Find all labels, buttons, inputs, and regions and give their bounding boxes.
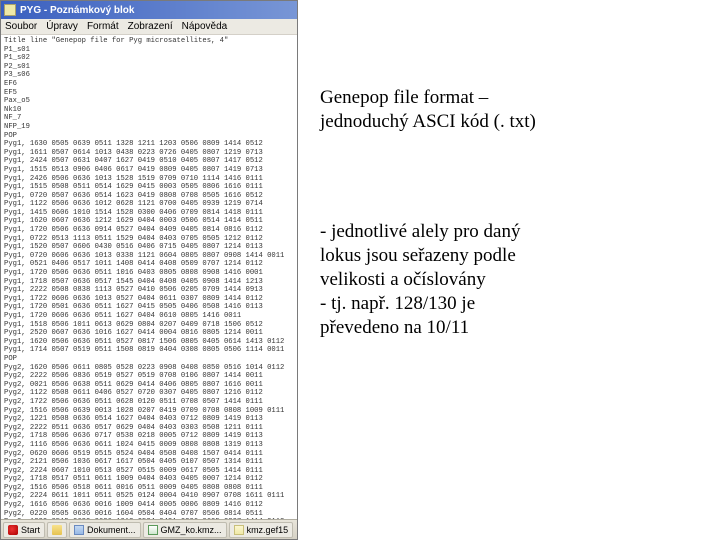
taskbar-button[interactable]: kmz.gef15 xyxy=(229,522,294,538)
editor-textarea[interactable]: Title line "Genepop file for Pyg microsa… xyxy=(1,35,297,519)
editor-line: Nk10 xyxy=(4,106,294,115)
taskbar-button[interactable]: GMZ_ko.kmz... xyxy=(143,522,227,538)
editor-line: Pyg1, 1620 0506 0636 0511 0527 0817 1506… xyxy=(4,338,294,347)
editor-line: Pyg2, 2121 0506 1036 0617 1617 0504 0405… xyxy=(4,458,294,467)
editor-line: NF_7 xyxy=(4,114,294,123)
editor-line: Pyg2, 0021 0506 0638 0511 0629 0414 0406… xyxy=(4,381,294,390)
window-titlebar[interactable]: PYG - Poznámkový blok xyxy=(1,1,297,19)
editor-line: EF6 xyxy=(4,80,294,89)
taskbar-button-label: GMZ_ko.kmz... xyxy=(161,525,222,535)
editor-line: Pyg1, 0722 0513 1113 0511 1529 0404 0403… xyxy=(4,235,294,244)
editor-line: Pyg2, 1718 0517 0511 0611 1009 0404 0403… xyxy=(4,475,294,484)
editor-line: Pyg2, 1320 0515 0620 0606 1013 0524 0421… xyxy=(4,518,294,519)
taskbar: Start Dokument... GMZ_ko.kmz... kmz.gef1… xyxy=(1,519,297,539)
editor-line: Pyg1, 1714 0507 0519 0511 1508 0819 0404… xyxy=(4,346,294,355)
notes-line: jednoduchý ASCI kód (. txt) xyxy=(320,110,700,134)
editor-line: Pyg1, 1415 0606 1010 1514 1528 0300 0406… xyxy=(4,209,294,218)
editor-line: Pax_o5 xyxy=(4,97,294,106)
editor-line: Pyg2, 1122 0508 0611 0406 0527 0720 0307… xyxy=(4,389,294,398)
editor-line: Pyg2, 2224 0611 1011 0511 0525 0124 0004… xyxy=(4,492,294,501)
editor-line: Pyg1, 2520 0607 0636 1016 1627 0414 0004… xyxy=(4,329,294,338)
notes-line: lokus jsou seřazeny podle xyxy=(320,244,700,268)
editor-line: Pyg2, 1116 0506 0636 0611 1024 0415 0009… xyxy=(4,441,294,450)
editor-line: P1_s02 xyxy=(4,54,294,63)
menu-file[interactable]: Soubor xyxy=(5,21,37,32)
editor-line: Pyg1, 2222 0508 0838 1113 0527 0410 0506… xyxy=(4,286,294,295)
notepad-window: PYG - Poznámkový blok Soubor Úpravy Form… xyxy=(0,0,298,540)
editor-line: Pyg1, 1515 0508 0511 0514 1629 0415 0003… xyxy=(4,183,294,192)
start-icon xyxy=(8,525,18,535)
menubar: Soubor Úpravy Formát Zobrazení Nápověda xyxy=(1,19,297,35)
sheet-icon xyxy=(148,525,158,535)
editor-line: POP xyxy=(4,355,294,364)
editor-line: P3_s06 xyxy=(4,71,294,80)
window-title: PYG - Poznámkový blok xyxy=(20,5,134,16)
editor-line: Pyg2, 1722 0506 0636 0511 0628 0120 0511… xyxy=(4,398,294,407)
editor-line: Pyg1, 1630 0505 0639 0511 1328 1211 1203… xyxy=(4,140,294,149)
editor-line: Pyg1, 1720 0501 0636 0511 1627 0415 0505… xyxy=(4,303,294,312)
notes-line: Genepop file format – xyxy=(320,86,700,110)
editor-line: P1_s01 xyxy=(4,46,294,55)
editor-line: Pyg1, 0521 0406 0517 1011 1408 0414 0408… xyxy=(4,260,294,269)
menu-view[interactable]: Zobrazení xyxy=(128,21,173,32)
editor-line: Pyg1, 2424 0507 0631 0407 1627 0419 0510… xyxy=(4,157,294,166)
editor-line: Pyg1, 0720 0606 0636 1013 0338 1121 0604… xyxy=(4,252,294,261)
notes-line: - jednotlivé alely pro daný xyxy=(320,220,700,244)
menu-edit[interactable]: Úpravy xyxy=(46,21,78,32)
editor-line: EF5 xyxy=(4,89,294,98)
editor-line: Pyg1, 1122 0506 0636 1012 0628 1121 0700… xyxy=(4,200,294,209)
notes-paragraph-2: - jednotlivé alely pro daný lokus jsou s… xyxy=(320,220,700,340)
notes-line: velikosti a očíslovány xyxy=(320,268,700,292)
notepad-icon xyxy=(4,4,16,16)
editor-line: Pyg1, 1722 0606 0636 1013 0527 0404 0611… xyxy=(4,295,294,304)
editor-line: Pyg2, 2224 0607 1010 0513 0527 0515 0009… xyxy=(4,467,294,476)
editor-line: Pyg1, 1720 0506 0636 0914 0527 0404 0409… xyxy=(4,226,294,235)
editor-line: Pyg2, 1718 0506 0636 0717 0538 0218 0005… xyxy=(4,432,294,441)
editor-line: Pyg2, 1221 0508 0636 0514 1627 0404 0403… xyxy=(4,415,294,424)
editor-line: Pyg1, 1611 0507 0614 1013 0438 0223 0726… xyxy=(4,149,294,158)
taskbar-button-label: Dokument... xyxy=(87,525,136,535)
editor-line: Pyg1, 1720 0606 0636 0511 1627 0404 0610… xyxy=(4,312,294,321)
editor-line: Pyg1, 0720 0507 0636 0514 1623 0419 0808… xyxy=(4,192,294,201)
start-label: Start xyxy=(21,525,40,535)
editor-line: Pyg1, 1720 0506 0636 0511 1016 0403 0805… xyxy=(4,269,294,278)
editor-line: Pyg2, 1620 0506 0611 0805 0528 0223 0908… xyxy=(4,364,294,373)
editor-line: Pyg2, 1616 0506 0636 0016 1009 0414 0005… xyxy=(4,501,294,510)
editor-line: Pyg1, 1515 0513 0906 0406 0617 0419 0809… xyxy=(4,166,294,175)
notes-paragraph-1: Genepop file format – jednoduchý ASCI kó… xyxy=(320,86,700,134)
app-icon xyxy=(74,525,84,535)
editor-line: Pyg1, 1520 0507 0606 0430 0516 0406 0715… xyxy=(4,243,294,252)
taskbar-button-label: kmz.gef15 xyxy=(247,525,289,535)
editor-line: Pyg1, 2426 0506 0636 1013 1528 1519 0709… xyxy=(4,175,294,184)
editor-line: Pyg2, 1516 0506 0518 0611 0016 0511 0009… xyxy=(4,484,294,493)
note-icon xyxy=(234,525,244,535)
slide-notes: Genepop file format – jednoduchý ASCI kó… xyxy=(320,86,700,340)
editor-line: Pyg2, 0620 0606 0519 0515 0524 0404 0508… xyxy=(4,450,294,459)
notes-line: převedeno na 10/11 xyxy=(320,316,700,340)
taskbar-button[interactable] xyxy=(47,522,67,538)
editor-line: Pyg2, 1516 0506 0639 0013 1028 0207 0419… xyxy=(4,407,294,416)
editor-line: Pyg2, 2222 0511 0636 0517 0629 0404 0403… xyxy=(4,424,294,433)
editor-line: NFP_19 xyxy=(4,123,294,132)
editor-line: P2_s01 xyxy=(4,63,294,72)
editor-line: POP xyxy=(4,132,294,141)
notes-line: - tj. např. 128/130 je xyxy=(320,292,700,316)
folder-icon xyxy=(52,525,62,535)
taskbar-button[interactable]: Dokument... xyxy=(69,522,141,538)
editor-line: Pyg2, 2222 0506 0836 0519 0527 0519 0708… xyxy=(4,372,294,381)
editor-line: Pyg1, 1718 0507 0636 0517 1545 0404 0408… xyxy=(4,278,294,287)
start-button[interactable]: Start xyxy=(3,522,45,538)
menu-format[interactable]: Formát xyxy=(87,21,119,32)
menu-help[interactable]: Nápověda xyxy=(182,21,228,32)
editor-line: Title line "Genepop file for Pyg microsa… xyxy=(4,37,294,46)
editor-line: Pyg2, 0220 0505 0636 0016 1604 0504 0404… xyxy=(4,510,294,519)
editor-line: Pyg1, 1518 0506 1011 0613 0629 0804 0207… xyxy=(4,321,294,330)
editor-line: Pyg1, 1620 0607 0636 1212 1629 0404 0003… xyxy=(4,217,294,226)
